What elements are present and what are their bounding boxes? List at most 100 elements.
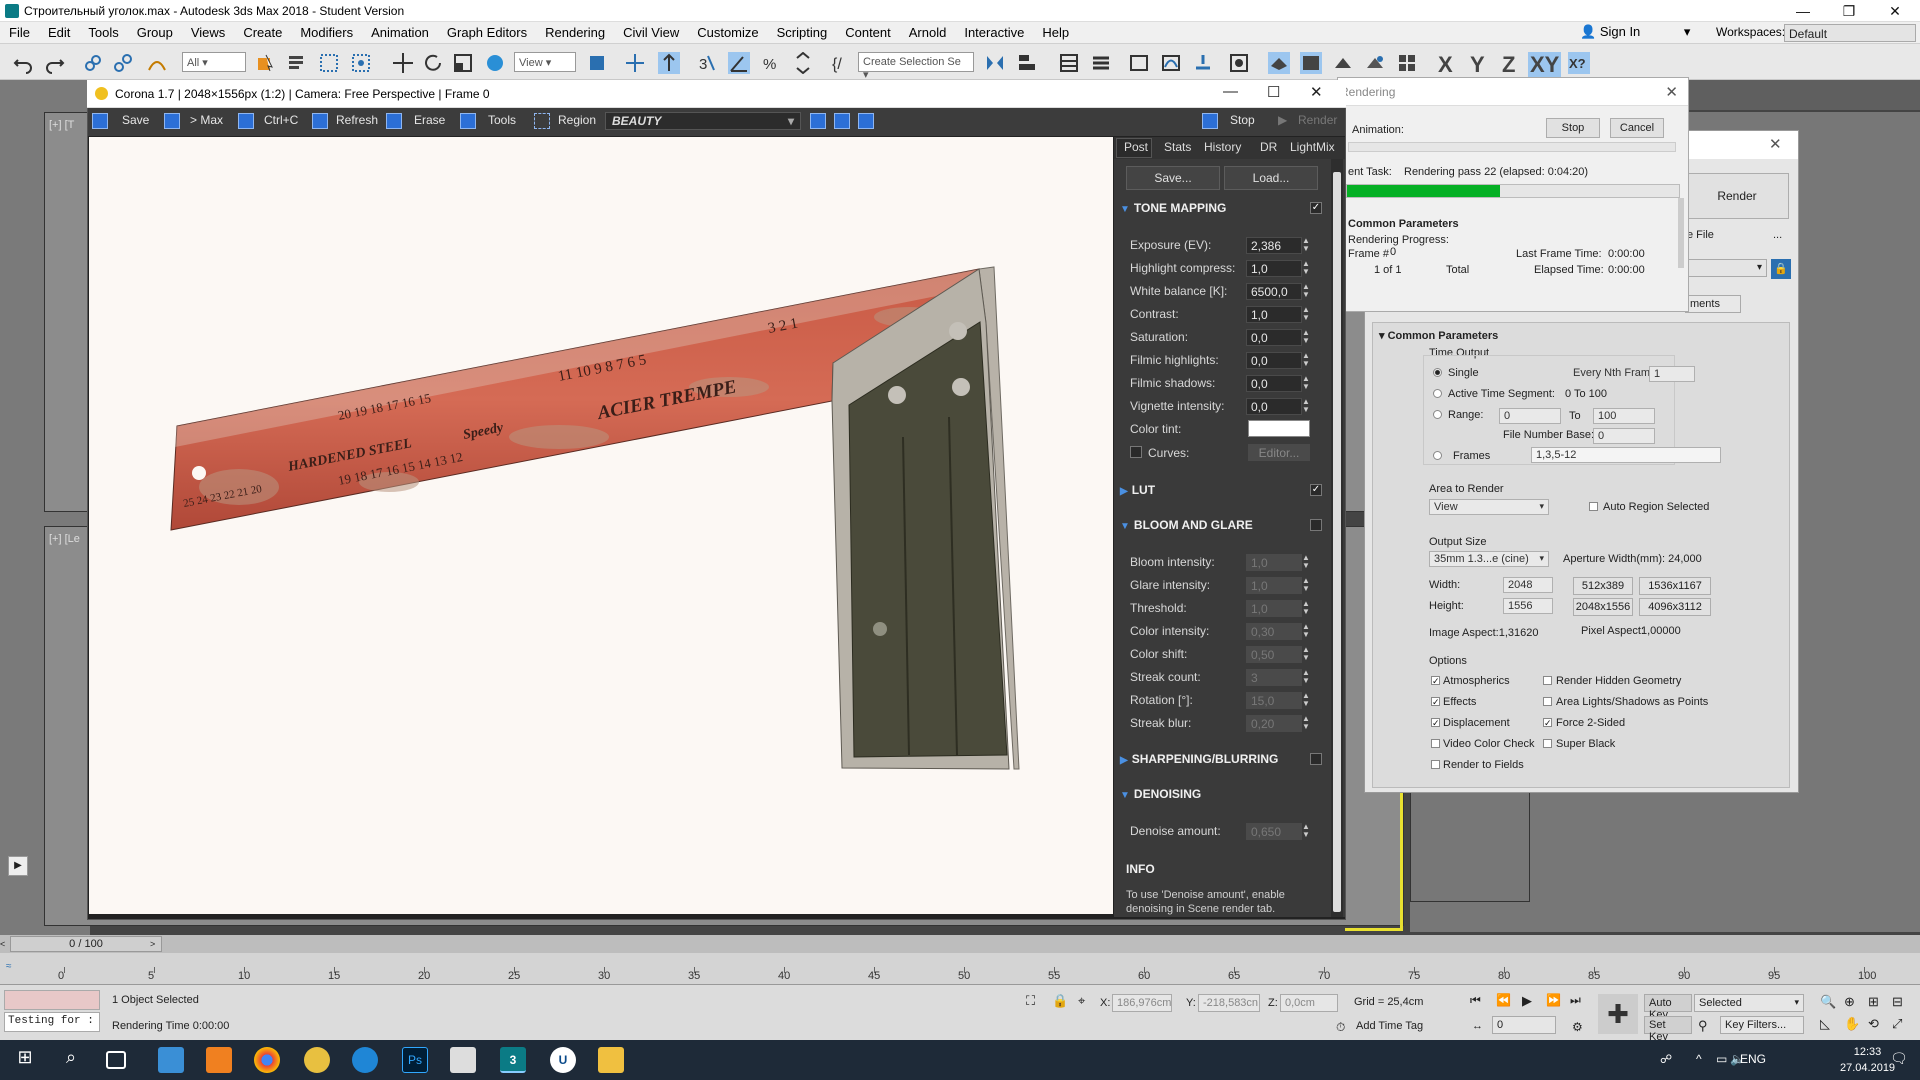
angle-snap-icon[interactable] — [728, 52, 750, 74]
bloom-glare-header[interactable]: ▼ BLOOM AND GLARE — [1120, 518, 1253, 532]
atmospherics-checkbox[interactable]: ✓ — [1431, 676, 1440, 686]
filmic-shadows-field[interactable]: 0,0 — [1246, 375, 1302, 392]
restore-button[interactable]: ❐ — [1826, 0, 1872, 22]
undo-icon[interactable] — [12, 52, 34, 74]
glare-intensity-field[interactable]: 1,0 — [1246, 577, 1302, 594]
schematic-view-icon[interactable] — [1192, 52, 1214, 74]
axis-constraints-icon[interactable]: X? — [1568, 52, 1590, 74]
set-key-button[interactable]: Set Key — [1644, 1016, 1692, 1043]
threshold-field[interactable]: 1,0 — [1246, 600, 1302, 617]
absolute-mode-icon[interactable]: ⌖ — [1078, 993, 1085, 1009]
app-gray-icon[interactable] — [450, 1047, 476, 1073]
file-number-base-field[interactable]: 0 — [1593, 428, 1655, 444]
lock-icon[interactable]: 🔒 — [1771, 259, 1791, 279]
z-coord-field[interactable]: 0,0cm — [1280, 994, 1338, 1012]
menu-content[interactable]: Content — [836, 22, 900, 40]
filmic-highlights-spinner[interactable]: ▲ ▼ — [1302, 352, 1310, 369]
app-yellow-icon[interactable] — [304, 1047, 330, 1073]
time-next-arrow[interactable]: > — [150, 936, 162, 952]
menu-create[interactable]: Create — [234, 22, 291, 40]
menu-animation[interactable]: Animation — [362, 22, 438, 40]
isolate-icon[interactable]: ⛶ — [1026, 993, 1035, 1009]
frames-radio[interactable] — [1433, 451, 1442, 460]
tab-history[interactable]: History — [1204, 140, 1241, 154]
pivot-center-icon[interactable] — [586, 52, 608, 74]
viewport-top-label[interactable]: [+] [T — [49, 119, 74, 131]
scale-icon[interactable] — [452, 52, 474, 74]
contrast-spinner[interactable]: ▲ ▼ — [1302, 306, 1310, 323]
rotate-icon[interactable] — [422, 52, 444, 74]
bloom-glare-checkbox[interactable] — [1310, 519, 1322, 531]
lut-header[interactable]: ▶ LUT — [1120, 483, 1155, 497]
key-mode-icon[interactable]: ↔ — [1472, 1020, 1483, 1032]
exposure-field[interactable]: 2,386 — [1246, 237, 1302, 254]
selection-filter-dropdown[interactable]: All ▾ — [182, 52, 246, 72]
render-to-fields-checkbox[interactable] — [1431, 760, 1440, 769]
zoom-extents-all-icon[interactable]: ⊟ — [1892, 994, 1903, 1010]
axis-z-button[interactable]: Z — [1502, 52, 1515, 78]
sharpening-checkbox[interactable] — [1310, 753, 1322, 765]
vfb-copy-button[interactable]: Ctrl+C — [264, 113, 298, 127]
photoshop-icon[interactable]: Ps — [402, 1047, 428, 1073]
frames-field[interactable]: 1,3,5-12 — [1531, 447, 1721, 463]
key-selection-dropdown[interactable]: Selected ▾ — [1694, 994, 1804, 1012]
bloom-intensity-field[interactable]: 1,0 — [1246, 554, 1302, 571]
denoising-header[interactable]: ▼ DENOISING — [1120, 787, 1201, 801]
x-coord-field[interactable]: 186,976cm — [1112, 994, 1172, 1012]
redo-icon[interactable] — [44, 52, 66, 74]
orbit-icon[interactable]: ⟲ — [1868, 1016, 1879, 1032]
color-shift-spinner[interactable]: ▲ ▼ — [1302, 646, 1310, 663]
zoom-icon[interactable]: 🔍 — [1820, 994, 1836, 1010]
vignette-intensity-field[interactable]: 0,0 — [1246, 398, 1302, 415]
render-preset-dropdown[interactable]: ▾ — [1685, 259, 1767, 277]
bloom-intensity-spinner[interactable]: ▲ ▼ — [1302, 554, 1310, 571]
vfb-to-max-button[interactable]: > Max — [190, 113, 223, 127]
play-icon[interactable]: ▶ — [1522, 993, 1532, 1009]
bind-spacewarp-icon[interactable] — [146, 52, 168, 74]
preset-4096-button[interactable]: 4096x3112 — [1639, 598, 1711, 616]
tab-render-elements[interactable]: ments — [1685, 295, 1741, 313]
named-selection-sets-dropdown[interactable]: Create Selection Se ▾ — [858, 52, 974, 81]
render-setup-close-icon[interactable]: ✕ — [1769, 135, 1782, 153]
app-u-icon[interactable]: U — [550, 1047, 576, 1073]
rendering-stop-button[interactable]: Stop — [1546, 118, 1600, 138]
time-slider-thumb[interactable]: 0 / 100 — [10, 936, 162, 952]
menu-interactive[interactable]: Interactive — [955, 22, 1033, 40]
snaps-toggle-icon[interactable]: 3 — [696, 52, 718, 74]
material-editor-icon[interactable] — [1228, 52, 1250, 74]
auto-key-button[interactable]: Auto Key — [1644, 994, 1692, 1021]
maxscript-listener-pink[interactable] — [4, 990, 100, 1010]
preset-2048-button[interactable]: 2048x1556 — [1573, 598, 1633, 616]
rendering-cancel-button[interactable]: Cancel — [1610, 118, 1664, 138]
preset-1536-button[interactable]: 1536x1167 — [1639, 577, 1711, 595]
layer-explorer-icon[interactable] — [1090, 52, 1112, 74]
render-setup-icon[interactable] — [1268, 52, 1290, 74]
rotation-spinner[interactable]: ▲ ▼ — [1302, 692, 1310, 709]
menu-tools[interactable]: Tools — [79, 22, 127, 40]
chrome-icon[interactable] — [254, 1047, 280, 1073]
people-icon[interactable]: ☍ — [1660, 1052, 1672, 1066]
keyboard-shortcut-override-icon[interactable] — [658, 52, 680, 74]
next-frame-icon[interactable]: ⏩ — [1546, 993, 1561, 1007]
app-orange-icon[interactable] — [206, 1047, 232, 1073]
rendering-common-params-title[interactable]: Common Parameters — [1348, 218, 1459, 230]
effects-checkbox[interactable]: ✓ — [1431, 697, 1440, 707]
toggle-ribbon-icon[interactable] — [1128, 52, 1150, 74]
range-radio[interactable] — [1433, 410, 1442, 419]
file-explorer-icon[interactable] — [598, 1047, 624, 1073]
time-slider-track[interactable] — [0, 935, 1920, 953]
unlink-icon[interactable] — [112, 52, 134, 74]
axis-y-button[interactable]: Y — [1470, 52, 1485, 78]
curve-editor-icon[interactable] — [1160, 52, 1182, 74]
tone-mapping-header[interactable]: ▼ TONE MAPPING — [1120, 201, 1226, 215]
render-channel-dropdown[interactable]: BEAUTY ▾ — [605, 112, 801, 130]
menu-help[interactable]: Help — [1033, 22, 1078, 40]
preset-512-button[interactable]: 512x389 — [1573, 577, 1633, 595]
menu-rendering[interactable]: Rendering — [536, 22, 614, 40]
render-canvas[interactable]: 3 2 1 11 10 9 8 7 6 5 20 19 18 17 16 15 … — [89, 137, 1113, 914]
render-production-icon[interactable] — [1332, 52, 1354, 74]
range-to-field[interactable]: 100 — [1593, 408, 1655, 424]
time-prev-arrow[interactable]: < — [0, 936, 10, 952]
side-panel-scroll-thumb[interactable] — [1333, 172, 1341, 912]
select-by-name-icon[interactable] — [286, 52, 308, 74]
